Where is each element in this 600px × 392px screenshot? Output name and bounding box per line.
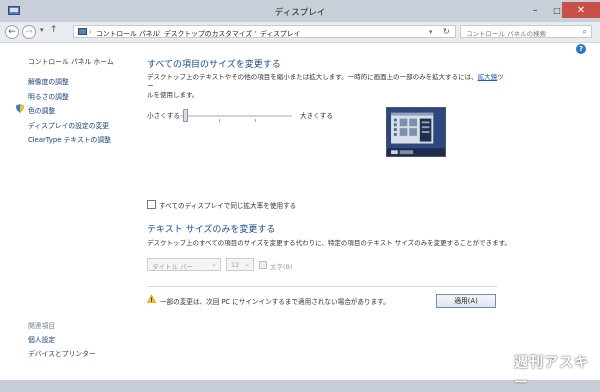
search-input[interactable]: コントロール パネルの検索 (466, 28, 546, 38)
warning-message: 一部の変更は、次回 PC にサインインするまで適用されない場合があります。 (160, 298, 390, 306)
breadcrumb-separator: › (158, 28, 161, 36)
bold-checkbox[interactable] (259, 261, 267, 269)
title-bar: ディスプレイ – □ ✕ (0, 0, 600, 22)
sidebar-item-color-calibration[interactable]: 色の調整 (28, 105, 55, 115)
search-icon[interactable]: ⌕ (583, 27, 587, 37)
text-item-select[interactable]: タイトル バー ⌄ (147, 258, 221, 271)
scale-slider-ticks (183, 119, 291, 122)
font-size-select-value: 12 (231, 261, 240, 269)
magnifier-link[interactable]: 拡大鏡 (478, 73, 498, 81)
description-text: デスクトップ上のテキストやその他の項目を縮小または拡大します。一時的に画面上の一… (147, 73, 478, 81)
sidebar-item-cleartype[interactable]: ClearType テキストの調整 (28, 134, 111, 144)
control-panel-home-link[interactable]: コントロール パネル ホーム (28, 56, 114, 66)
related-item-devices-printers[interactable]: デバイスとプリンター (28, 348, 96, 358)
slider-min-label: 小さくする (147, 112, 180, 120)
minimize-button[interactable]: – (524, 2, 546, 18)
search-box[interactable]: コントロール パネルの検索 ⌕ (460, 25, 592, 38)
description-text: ルを使用します。 (147, 91, 199, 99)
address-dropdown-icon[interactable]: ▾ (429, 28, 432, 36)
section-text-size-description: デスクトップ上のすべての項目のサイズを変更する代わりに、特定の項目のテキスト サ… (147, 239, 511, 247)
section-resize-all-heading: すべての項目のサイズを変更する (147, 60, 281, 70)
sidebar-item-resolution[interactable]: 解像度の調整 (28, 76, 69, 86)
bold-checkbox-label[interactable]: 太字(B) (270, 261, 293, 271)
related-heading: 関連項目 (28, 322, 56, 330)
recent-locations-button[interactable]: ▾ (40, 26, 44, 34)
watermark-logo: 週刊アスキー (514, 355, 589, 391)
up-button[interactable]: ↑ (50, 25, 58, 35)
related-item-personalization[interactable]: 個人設定 (28, 334, 55, 344)
control-panel-small-icon (78, 28, 87, 35)
section-resize-all-description: デスクトップ上のテキストやその他の項目を縮小または拡大します。一時的に画面上の一… (147, 73, 507, 100)
warning-icon (147, 295, 156, 303)
text-item-select-value: タイトル バー (152, 263, 194, 271)
refresh-icon[interactable]: ↻ (443, 27, 450, 36)
breadcrumb-separator: › (254, 28, 257, 36)
forward-button[interactable]: → (22, 25, 36, 39)
font-size-select[interactable]: 12 ⌄ (226, 258, 254, 271)
help-icon[interactable]: ? (576, 44, 586, 54)
divider (147, 286, 497, 287)
shield-icon (16, 104, 24, 113)
slider-max-label: 大きくする (300, 112, 333, 120)
chevron-down-icon: ⌄ (211, 260, 217, 268)
back-button[interactable]: ← (5, 25, 19, 39)
address-bar[interactable]: › コントロール パネル › デスクトップのカスタマイズ › ディスプレイ ▾ … (73, 25, 456, 38)
breadcrumb-control-panel[interactable]: コントロール パネル (96, 28, 159, 38)
display-window: ディスプレイ – □ ✕ ← → ▾ ↑ › コントロール パネル › デスクト… (0, 0, 600, 391)
close-button[interactable]: ✕ (562, 2, 600, 18)
chevron-down-icon: ⌄ (244, 260, 250, 268)
display-preview-image (386, 107, 446, 157)
navigation-bar: ← → ▾ ↑ › コントロール パネル › デスクトップのカスタマイズ › デ… (0, 22, 600, 43)
scale-slider-track[interactable] (180, 115, 292, 117)
breadcrumb-separator: › (89, 28, 92, 36)
same-scale-checkbox[interactable] (147, 200, 156, 209)
breadcrumb-display[interactable]: ディスプレイ (260, 28, 300, 38)
section-text-size-heading: テキスト サイズのみを変更する (147, 225, 276, 235)
window-title: ディスプレイ (274, 8, 326, 18)
sidebar-item-brightness[interactable]: 明るさの調整 (28, 91, 69, 101)
apply-button[interactable]: 適用(A) (436, 294, 496, 308)
scale-slider-thumb[interactable] (183, 109, 188, 122)
same-scale-checkbox-label[interactable]: すべてのディスプレイで同じ拡大率を使用する (159, 200, 296, 210)
breadcrumb-personalization[interactable]: デスクトップのカスタマイズ (164, 28, 252, 38)
sidebar-item-display-settings[interactable]: ディスプレイの設定の変更 (28, 120, 109, 130)
